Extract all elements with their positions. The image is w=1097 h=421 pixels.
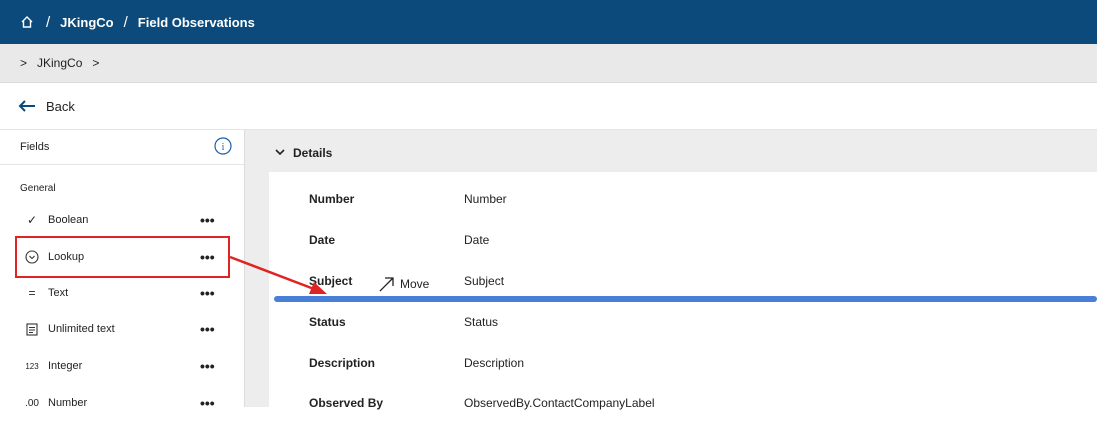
annotation-arrowhead [309,282,327,294]
annotation-arrow [229,255,327,294]
